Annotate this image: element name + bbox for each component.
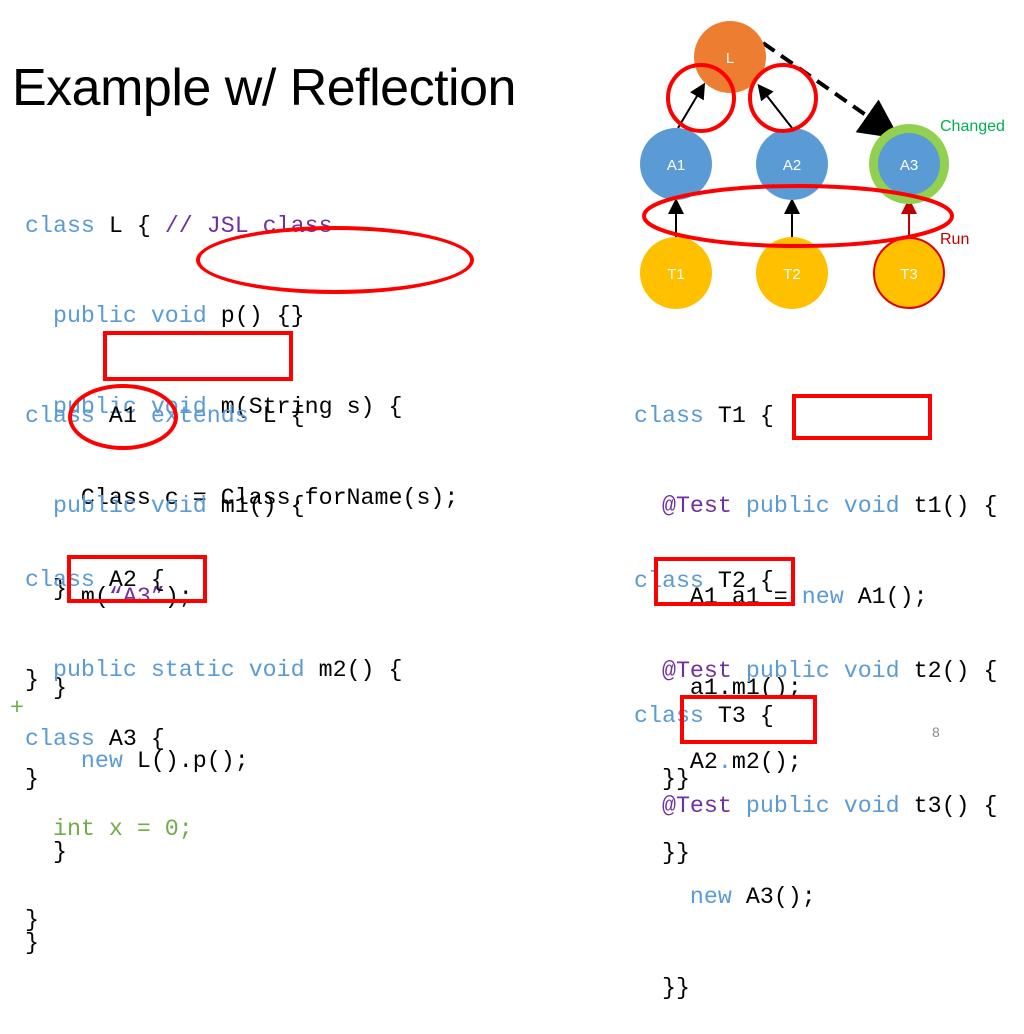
highlight-edge-A2-L-circle [748, 63, 818, 133]
code-line: new A3(); [689, 884, 816, 911]
edge-L-A3-dashed [761, 41, 900, 139]
svg-text:A2: A2 [783, 157, 801, 174]
page-number: 8 [932, 724, 940, 740]
node-A2: A2 [756, 128, 828, 200]
annotation: @Test [661, 793, 732, 820]
code-line: @Test public void t3() { [661, 793, 998, 820]
svg-text:T3: T3 [900, 266, 918, 283]
edge-A2-L [757, 83, 793, 129]
edge-A1-L [677, 82, 706, 129]
node-T3: T3 [873, 237, 945, 309]
svg-text:L: L [726, 50, 734, 67]
node-A1: A1 [640, 128, 712, 200]
code-line-added: int x = 0; [52, 816, 193, 843]
svg-text:T1: T1 [667, 266, 685, 283]
code-line: }} [661, 975, 690, 1002]
svg-text:A3: A3 [900, 157, 918, 174]
changed-label: Changed [940, 118, 1005, 135]
run-label: Run [940, 231, 969, 248]
dependency-diagram: L A1 A2 A3 T1 T2 T3 Changed Run [640, 21, 1005, 309]
svg-text:A1: A1 [667, 157, 685, 174]
code-line: } [25, 907, 39, 934]
node-T1: T1 [640, 237, 712, 309]
svg-text:T2: T2 [783, 266, 801, 283]
